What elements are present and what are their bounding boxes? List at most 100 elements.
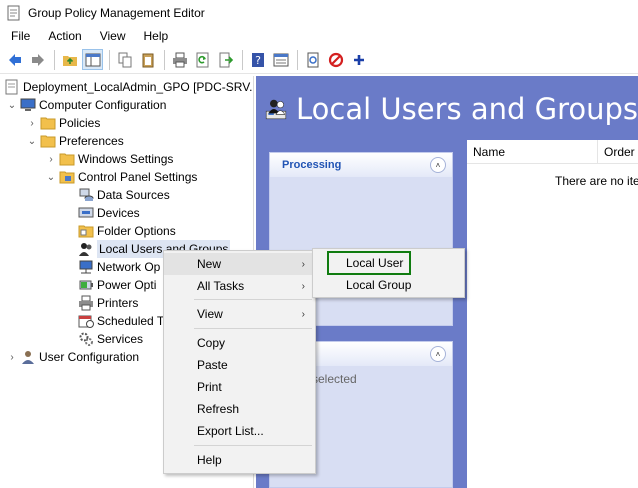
forward-arrow-icon — [31, 53, 44, 66]
extension-banner: Local Users and Groups — [256, 76, 638, 142]
tree-label: Computer Configuration — [39, 98, 167, 112]
user-config-icon — [20, 349, 36, 365]
tree-label: Data Sources — [97, 188, 170, 202]
tree-item-power-options[interactable]: Power Opti — [76, 276, 156, 294]
back-button[interactable] — [4, 49, 25, 70]
menu-item-label: Copy — [197, 336, 226, 350]
forward-button[interactable] — [27, 49, 48, 70]
show-hide-tree-icon — [85, 53, 100, 66]
chevron-down-icon[interactable]: ⌄ — [26, 132, 38, 150]
menu-bar: File Action View Help — [0, 26, 638, 46]
menu-item-all-tasks[interactable]: All Tasks › — [164, 275, 315, 297]
submenu-arrow-icon: › — [301, 308, 305, 320]
tree-item-scheduled-tasks[interactable]: Scheduled T — [76, 312, 164, 330]
up-folder-icon — [62, 55, 77, 66]
tree-item-printers[interactable]: Printers — [76, 294, 138, 312]
tree-item-control-panel-settings[interactable]: ⌄ Control Panel Settings — [45, 168, 198, 186]
menu-help[interactable]: Help — [135, 26, 178, 46]
tree-item-devices[interactable]: Devices — [76, 204, 140, 222]
toolbar-separator — [54, 49, 55, 70]
menu-item-new[interactable]: New › — [164, 253, 315, 275]
tree-label: Control Panel Settings — [78, 170, 198, 184]
menu-item-local-user[interactable]: Local User — [327, 251, 411, 275]
menu-item-label: Local User — [346, 256, 404, 270]
menu-item-local-group[interactable]: Local Group — [313, 274, 464, 296]
column-header-order[interactable]: Order — [597, 139, 638, 164]
menu-item-view[interactable]: View › — [164, 303, 315, 325]
menu-item-refresh[interactable]: Refresh — [164, 398, 315, 420]
tree-item-services[interactable]: Services — [76, 330, 143, 348]
tree-label: Power Opti — [97, 278, 157, 292]
local-users-groups-icon — [78, 241, 94, 257]
toolbar-separator — [109, 49, 110, 70]
tree-label: Network Op — [97, 260, 161, 274]
refresh-icon — [196, 52, 208, 67]
properties-icon — [273, 53, 288, 66]
tree-item-network-options[interactable]: Network Op — [76, 258, 160, 276]
tree-label: Windows Settings — [78, 152, 174, 166]
back-arrow-icon — [8, 53, 21, 66]
menu-view[interactable]: View — [91, 26, 135, 46]
folder-icon — [40, 115, 56, 131]
submenu-arrow-icon: › — [301, 258, 305, 270]
menu-item-paste[interactable]: Paste — [164, 354, 315, 376]
add-button[interactable] — [348, 49, 369, 70]
collapse-chevrons-icon[interactable]: ˄ — [430, 346, 446, 362]
tree-item-preferences[interactable]: ⌄ Preferences — [26, 132, 124, 150]
stop-button[interactable] — [325, 49, 346, 70]
properties-button[interactable] — [270, 49, 291, 70]
folder-options-icon — [78, 223, 94, 239]
up-one-level-button[interactable] — [59, 49, 80, 70]
devices-icon — [78, 205, 94, 221]
refresh-button[interactable] — [192, 49, 213, 70]
menu-item-label: Local Group — [346, 278, 412, 292]
printer-icon — [78, 295, 94, 311]
export-list-button[interactable] — [215, 49, 236, 70]
copy-button[interactable] — [114, 49, 135, 70]
tree-item-user-configuration[interactable]: › User Configuration — [6, 348, 139, 366]
items-list[interactable]: Name Order There are no iter — [467, 139, 638, 488]
print-button[interactable] — [169, 49, 190, 70]
menu-item-label: New — [197, 257, 222, 271]
paste-button[interactable] — [137, 49, 158, 70]
copy-icon — [118, 52, 131, 67]
menu-item-copy[interactable]: Copy — [164, 332, 315, 354]
show-hide-tree-button[interactable] — [82, 49, 103, 70]
collapse-chevrons-icon[interactable]: ˄ — [430, 157, 446, 173]
list-header: Name Order — [467, 139, 638, 164]
menu-item-export-list[interactable]: Export List... — [164, 420, 315, 442]
tree-label: Scheduled T — [97, 314, 165, 328]
menu-item-label: Paste — [197, 358, 228, 372]
help-button[interactable]: ? — [247, 49, 268, 70]
menu-file[interactable]: File — [2, 26, 39, 46]
tree-item-policies[interactable]: › Policies — [26, 114, 100, 132]
chevron-right-icon[interactable]: › — [45, 150, 57, 168]
menu-item-help[interactable]: Help — [164, 449, 315, 471]
new-submenu: Local User Local Group — [312, 248, 465, 298]
column-header-name[interactable]: Name — [467, 140, 597, 164]
tree-label: Devices — [97, 206, 140, 220]
chevron-right-icon[interactable]: › — [26, 114, 38, 132]
add-icon — [353, 54, 364, 65]
tree-label: Policies — [59, 116, 101, 130]
tree-item-folder-options[interactable]: Folder Options — [76, 222, 176, 240]
menu-item-label: Export List... — [197, 424, 264, 438]
local-users-groups-icon — [265, 99, 287, 120]
log-button[interactable] — [302, 49, 323, 70]
chevron-down-icon[interactable]: ⌄ — [6, 96, 18, 114]
chevron-right-icon[interactable]: › — [6, 348, 18, 366]
tree-item-windows-settings[interactable]: › Windows Settings — [45, 150, 173, 168]
computer-icon — [20, 97, 36, 113]
tree-item-gpo-root[interactable]: Deployment_LocalAdmin_GPO [PDC-SRV. — [2, 78, 252, 96]
power-options-icon — [78, 277, 94, 293]
tree-label: Services — [97, 332, 144, 346]
chevron-down-icon[interactable]: ⌄ — [45, 168, 57, 186]
menu-separator — [194, 445, 312, 446]
tree-item-computer-configuration[interactable]: ⌄ Computer Configuration — [6, 96, 167, 114]
menu-action[interactable]: Action — [39, 26, 90, 46]
scheduled-tasks-icon — [78, 313, 94, 329]
print-icon — [172, 52, 187, 67]
menu-item-print[interactable]: Print — [164, 376, 315, 398]
tree-item-data-sources[interactable]: Data Sources — [76, 186, 170, 204]
gpo-editor-icon — [7, 5, 20, 21]
